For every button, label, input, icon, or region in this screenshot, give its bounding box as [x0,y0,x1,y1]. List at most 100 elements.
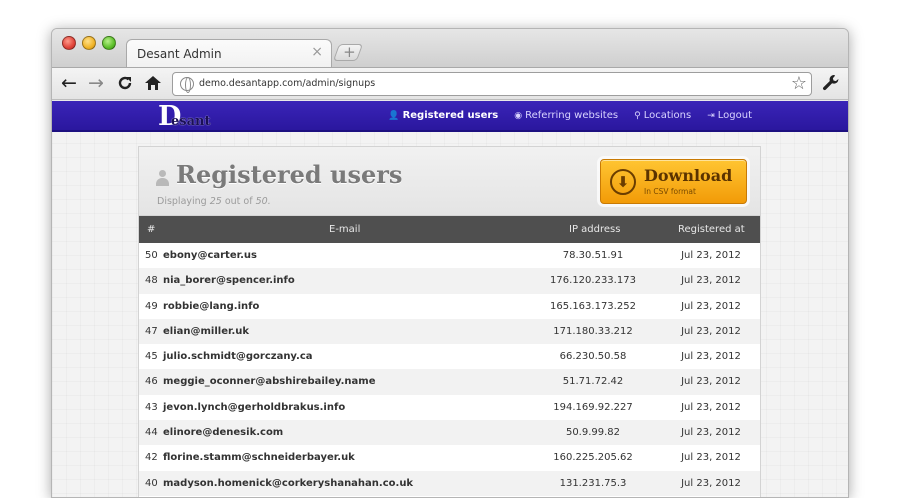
title-bar: Desant Admin × + [52,29,848,68]
home-icon[interactable] [142,72,164,94]
row-registered-date: Jul 23, 2012 [681,477,741,489]
globe-icon [180,77,194,93]
table-row[interactable]: 49 robbie@lang.info 165.163.173.252 Jul 23,… [139,293,760,319]
row-number: 40 [145,477,158,489]
row-ip-address: 194.169.92.227 [553,401,633,413]
wrench-icon[interactable] [822,72,840,98]
page-viewport: D esant 👤 Registered users ◉ Referring web… [52,101,848,497]
row-email: madyson.homenick@corkeryshanahan.co.uk [163,477,414,489]
row-email: meggie_oconner@abshirebailey.name [163,376,376,388]
row-number: 42 [145,452,158,464]
nav-label: Logout [717,110,752,121]
back-arrow-icon[interactable]: ← [58,72,80,94]
row-ip-address: 160.225.205.62 [553,452,633,464]
tab-close-icon[interactable]: × [311,45,323,59]
row-email: elian@miller.uk [163,325,250,337]
browser-toolbar: ← → demo.desantapp.com/admin/signups ☆ [52,67,848,100]
row-registered-date: Jul 23, 2012 [681,452,741,464]
logo-word: esant [171,114,211,129]
row-ip-address: 51.71.72.42 [562,376,624,388]
app-nav-links: 👤 Registered users ◉ Referring websites ⚲ L… [388,110,752,121]
row-email: jevon.lynch@gerholdbrakus.info [163,401,346,413]
desant-logo[interactable]: D esant [158,103,210,130]
row-number: 46 [145,376,158,388]
row-registered-date: Jul 23, 2012 [681,401,741,413]
column-header-registered[interactable]: Registered at [678,224,745,235]
column-header-email[interactable]: E-mail [329,224,360,235]
row-email: ebony@carter.us [163,250,257,261]
row-ip-address: 165.163.173.252 [550,300,636,312]
table-row[interactable]: 42 florine.stamm@schneiderbayer.uk 160.225… [139,445,760,471]
row-number: 45 [145,351,158,363]
row-number: 50 [145,250,158,261]
download-csv-button[interactable]: ⬇ Download In CSV format [600,159,747,204]
table-body: 50 ebony@carter.us 78.30.51.91 Jul 23, 2012… [139,243,760,496]
plus-icon: + [343,43,356,61]
registered-users-panel: Registered users Displaying 25 out of 50… [138,146,761,497]
row-email: julio.schmidt@gorczany.ca [163,351,313,363]
row-registered-date: Jul 23, 2012 [681,325,741,337]
url-text: demo.desantapp.com/admin/signups [199,78,376,89]
table-row[interactable]: 43 jevon.lynch@gerholdbrakus.info 194.169.… [139,394,760,421]
column-header-number[interactable]: # [147,224,155,235]
row-ip-address: 50.9.99.82 [565,427,621,439]
row-ip-address: 176.120.233.173 [550,275,636,287]
browser-window: Desant Admin × + ← → demo.desantapp.com/… [51,28,849,498]
table-row[interactable]: 46 meggie_oconner@abshirebailey.name 51.71… [139,369,760,395]
displaying-count-text: Displaying 25 out of 50. [157,196,271,207]
page-title: Registered users [176,160,403,189]
table-row[interactable]: 40 madyson.homenick@corkeryshanahan.co.uk… [139,470,760,496]
nav-label: Locations [643,110,692,121]
forward-arrow-icon[interactable]: → [85,72,107,94]
row-registered-date: Jul 23, 2012 [681,351,741,363]
row-number: 48 [145,275,158,287]
globe-icon: ◉ [514,111,523,121]
row-ip-address: 66.230.50.58 [559,351,627,363]
nav-registered-users[interactable]: 👤 Registered users [388,110,498,121]
nav-label: Referring websites [525,110,619,121]
download-sublabel: In CSV format [644,187,696,196]
nav-label: Registered users [402,110,499,121]
map-pin-icon: ⚲ [634,111,641,121]
download-label: Download [644,166,733,185]
close-window-button[interactable] [62,36,76,50]
row-registered-date: Jul 23, 2012 [681,300,741,312]
row-ip-address: 171.180.33.212 [553,325,633,337]
row-email: florine.stamm@schneiderbayer.uk [163,452,355,464]
user-icon [156,170,169,186]
row-registered-date: Jul 23, 2012 [681,250,741,261]
row-number: 44 [145,427,158,439]
table-header: # E-mail IP address Registered at [139,216,760,243]
column-header-ip[interactable]: IP address [569,224,620,235]
download-arrow-icon: ⬇ [610,169,636,195]
tab-title: Desant Admin [137,47,222,61]
row-number: 43 [145,401,158,413]
panel-header: Registered users Displaying 25 out of 50… [139,147,760,216]
new-tab-button[interactable]: + [332,43,364,61]
row-registered-date: Jul 23, 2012 [681,376,741,388]
row-email: elinore@denesik.com [163,427,284,439]
browser-tab[interactable]: Desant Admin × [126,39,332,68]
row-email: robbie@lang.info [163,300,260,312]
zoom-window-button[interactable] [102,36,116,50]
row-number: 49 [145,300,158,312]
user-icon: 👤 [388,111,400,121]
table-row[interactable]: 47 elian@miller.uk 171.180.33.212 Jul 23, 2… [139,318,760,345]
app-navbar: D esant 👤 Registered users ◉ Referring web… [52,101,848,132]
table-row[interactable]: 45 julio.schmidt@gorczany.ca 66.230.50.58 J… [139,344,760,370]
bookmark-star-icon[interactable]: ☆ [791,73,807,95]
row-number: 47 [145,325,158,337]
row-ip-address: 78.30.51.91 [562,250,624,261]
row-email: nia_borer@spencer.info [163,275,295,287]
table-row[interactable]: 44 elinore@denesik.com 50.9.99.82 Jul 23, 2… [139,420,760,446]
table-row[interactable]: 50 ebony@carter.us 78.30.51.91 Jul 23, 2012 [139,243,760,269]
table-row[interactable]: 48 nia_borer@spencer.info 176.120.233.173 J… [139,268,760,294]
row-registered-date: Jul 23, 2012 [681,275,741,287]
nav-referring-websites[interactable]: ◉ Referring websites [514,110,618,121]
address-bar[interactable]: demo.desantapp.com/admin/signups ☆ [172,72,812,96]
nav-logout[interactable]: ⇥ Logout [707,110,752,121]
reload-icon[interactable] [114,72,136,94]
nav-locations[interactable]: ⚲ Locations [634,110,691,121]
row-registered-date: Jul 23, 2012 [681,427,741,439]
minimize-window-button[interactable] [82,36,96,50]
